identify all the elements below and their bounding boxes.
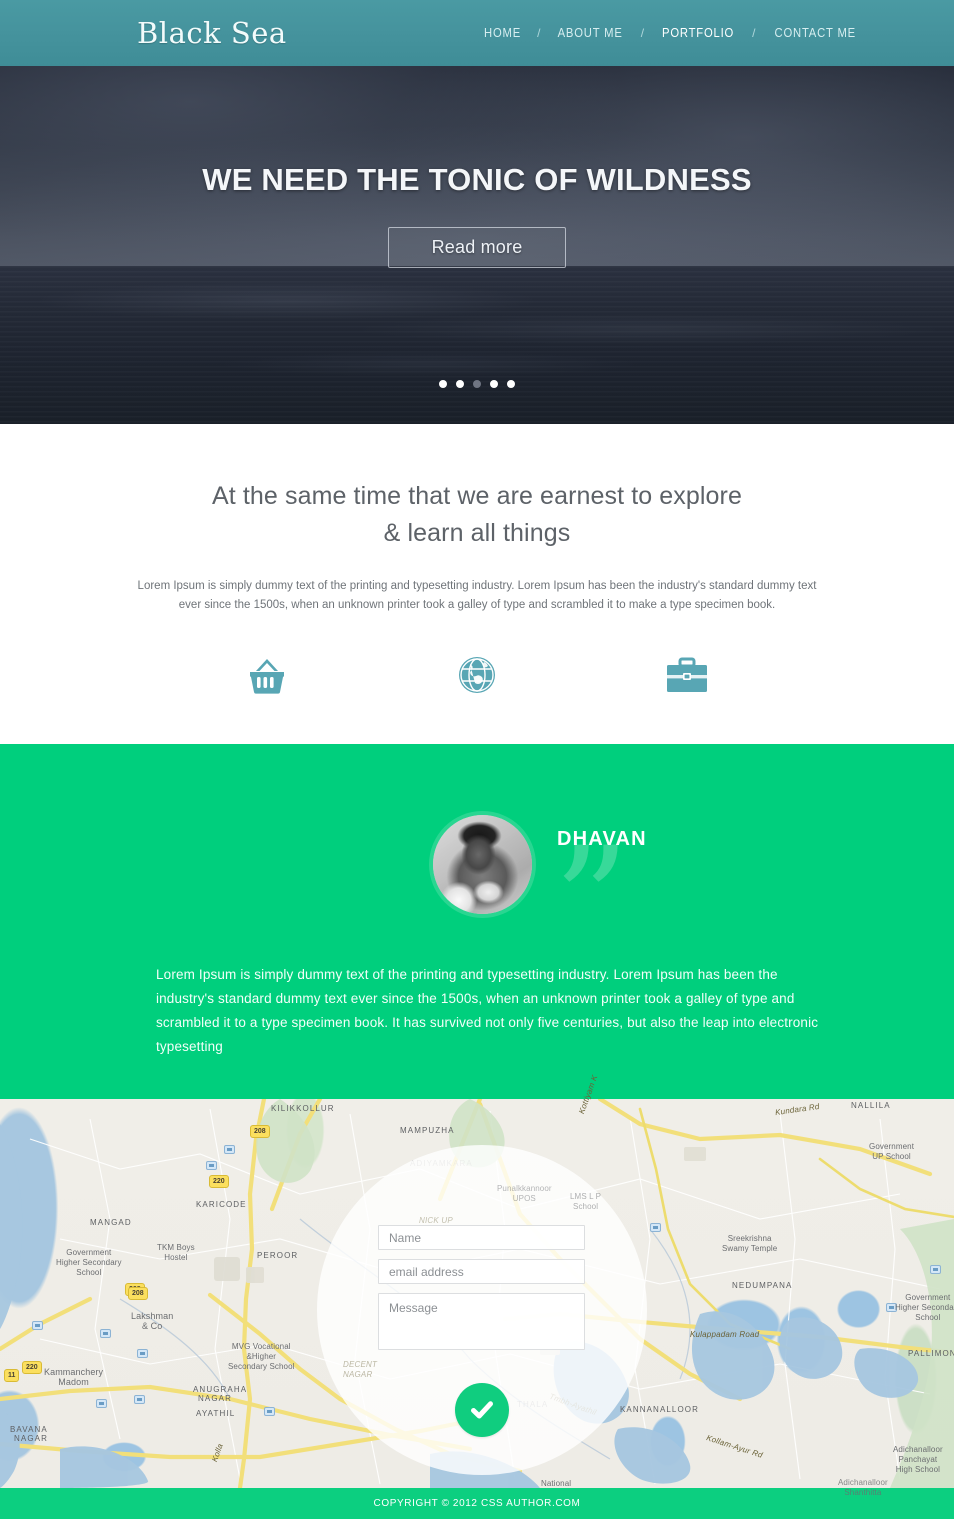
slider-dot-1[interactable] [439,380,447,388]
map-poi-adichanalloor-panchayat-high-school: Adichanalloor Panchayat High School [893,1445,943,1474]
map-label-pallimon: PALLIMON [908,1349,954,1358]
map-road-kulappadam-road: Kulappadam Road [690,1330,760,1339]
map-road-decent-nagar: DECENT NAGAR [343,1360,378,1379]
site-header: Black Sea HOME / ABOUT ME / PORTFOLIO / … [0,0,954,66]
map-road-nick-up: NICK UP [419,1216,453,1225]
nav-separator: / [640,26,645,40]
bus-stop-icon [100,1329,111,1338]
bus-stop-icon [206,1161,217,1170]
map-label-kannanalloor: KANNANALLOOR [620,1405,699,1414]
route-shield-220: 220 [209,1175,229,1188]
intro-heading-line-1: At the same time that we are earnest to … [212,482,742,510]
site-logo[interactable]: Black Sea [137,16,287,50]
slider-dot-3-active[interactable] [473,380,481,388]
checkmark-icon [471,1401,493,1419]
nav-item-about-me[interactable]: ABOUT ME [558,26,623,40]
testimonial-text: Lorem Ipsum is simply dummy text of the … [156,967,819,1054]
slider-dot-5[interactable] [507,380,515,388]
map-label-nagar-2: NAGAR [14,1434,48,1443]
map-label-karicode: KARICODE [196,1200,247,1209]
map-poi-adichanalloor-shanthitta: Adichanalloor Shanthitta [838,1478,888,1497]
intro-heading-line-2: & learn all things [383,519,571,547]
map-label-ayathil: AYATHIL [196,1409,236,1418]
bus-stop-icon [264,1407,275,1416]
slider-pagination [0,380,954,388]
feature-icon-row [237,650,717,700]
bus-stop-icon [96,1399,107,1408]
map-poi-national: National [541,1479,572,1488]
map-poi-government-up-school: Government UP School [869,1142,915,1161]
map-poi-tkm-boys-hostel: TKM Boys Hostel [157,1243,195,1262]
bus-stop-icon [224,1145,235,1154]
map-poi-lms-lp-school: LMS L P School [570,1192,602,1211]
map-label-nagar: NAGAR [198,1394,232,1403]
map-label-mampuzha: MAMPUZHA [400,1126,455,1135]
copyright-text: COPYRIGHT © 2012 CSS AUTHOR.COM [373,1498,581,1509]
slider-dot-4[interactable] [490,380,498,388]
hero-headline: WE NEED THE TONIC OF WILDNESS [202,162,752,197]
map-label-mangad: MANGAD [90,1218,132,1227]
bus-stop-icon [650,1223,661,1232]
bus-stop-icon [134,1395,145,1404]
nav-item-home[interactable]: HOME [484,26,521,40]
map-poi-government-higher-secondary-school-2: Government Higher Secondary School [895,1293,954,1322]
map-poi-kammanchery-madom: Kammanchery Madom [44,1367,104,1387]
intro-section: At the same time that we are earnest to … [0,424,954,744]
briefcase-icon[interactable] [657,650,717,700]
map-poi-mvg-vocational-school: MVG Vocational &Higher Secondary School [228,1342,295,1371]
testimonial-author-name: DHAVAN [557,828,647,850]
bus-stop-icon [32,1321,43,1330]
email-input[interactable] [378,1259,585,1284]
hero-content: WE NEED THE TONIC OF WILDNESS Read more [0,66,954,424]
map-label-kilikkollur: KILIKKOLLUR [271,1104,335,1113]
map-poi-lakshman-and-co: Lakshman & Co [131,1311,174,1331]
submit-button[interactable] [455,1383,509,1437]
shopping-basket-icon[interactable] [237,650,297,700]
route-shield-208: 208 [250,1125,270,1138]
hero-slider: WE NEED THE TONIC OF WILDNESS Read more [0,66,954,424]
name-input[interactable] [378,1225,585,1250]
slider-dot-2[interactable] [456,380,464,388]
bus-stop-icon [137,1349,148,1358]
map-label-peroor: PEROOR [257,1251,299,1260]
route-shield-208-b: 208 [128,1287,148,1300]
nav-item-portfolio[interactable]: PORTFOLIO [662,26,734,40]
map-poi-punalkkannoor-upos: Punalkkannoor UPOS [497,1184,552,1203]
nav-separator: / [537,26,541,40]
read-more-button[interactable]: Read more [388,227,566,268]
map-poi-government-higher-secondary-school: Government Higher Secondary School [56,1248,122,1277]
globe-icon[interactable] [447,650,507,700]
map-poi-sreekrishna-swamy-temple: Sreekrishna Swamy Temple [722,1234,778,1253]
map-label-nallila: NALLILA [851,1101,891,1110]
message-input[interactable] [378,1293,585,1350]
nav-separator: / [752,26,756,40]
intro-paragraph: Lorem Ipsum is simply dummy text of the … [137,580,817,611]
nav-item-contact-me[interactable]: CONTACT ME [774,26,855,40]
route-shield-220: 220 [22,1361,42,1374]
intro-heading: At the same time that we are earnest to … [127,478,827,552]
contact-form[interactable] [378,1225,585,1350]
map-label-nedumpana: NEDUMPANA [732,1281,793,1290]
testimonial-avatar [433,815,532,914]
site-footer: COPYRIGHT © 2012 CSS AUTHOR.COM [0,1488,954,1519]
avatar-portrait-image [433,815,532,914]
bus-stop-icon [930,1265,941,1274]
main-navigation: HOME / ABOUT ME / PORTFOLIO / CONTACT ME [482,26,860,40]
route-shield-11: 11 [4,1369,20,1382]
